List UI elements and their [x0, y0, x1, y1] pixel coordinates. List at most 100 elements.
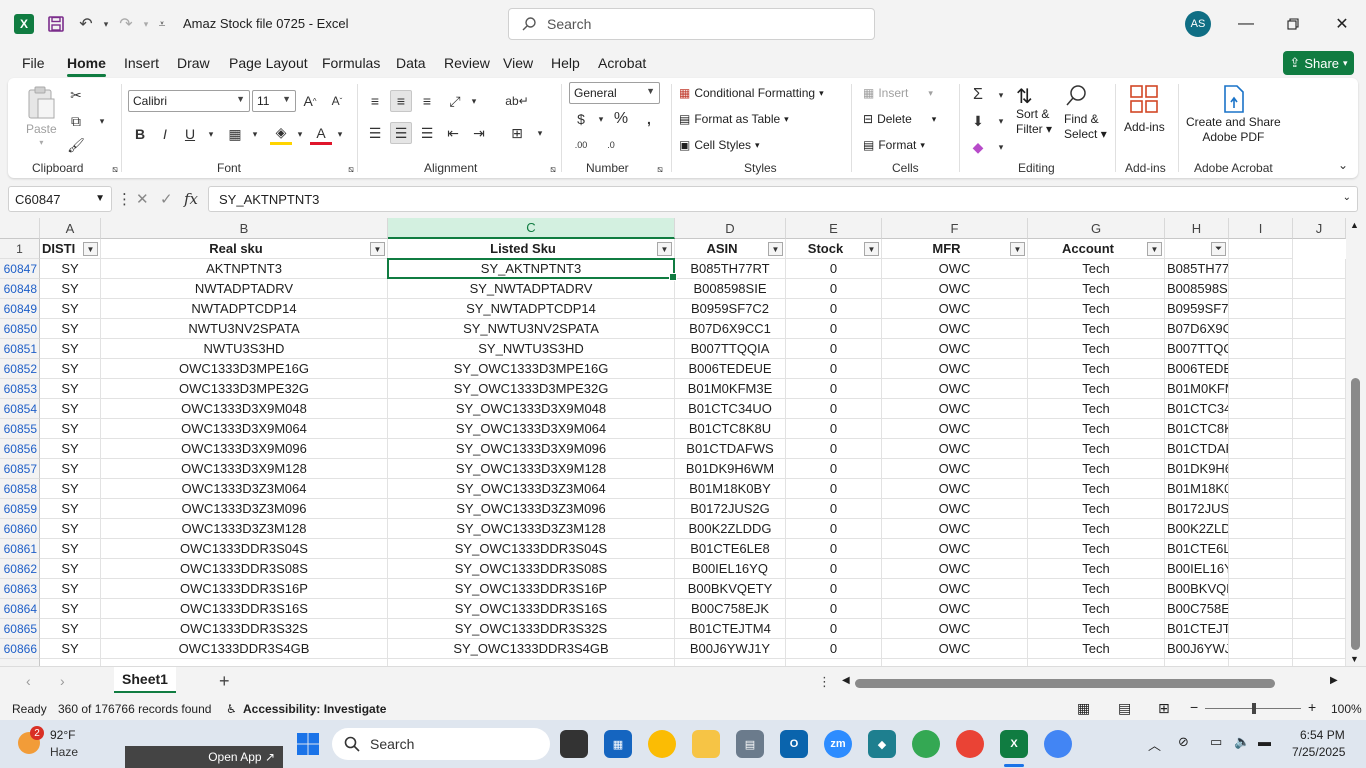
table-cell[interactable]: [1229, 579, 1293, 599]
zoom-level[interactable]: 100%: [1331, 702, 1362, 716]
table-cell[interactable]: B01CTEJTM4: [1165, 619, 1229, 639]
table-cell[interactable]: B00BKVQETY: [1165, 579, 1229, 599]
header-cell-g[interactable]: Account ▼: [1028, 239, 1165, 259]
column-header-c[interactable]: C: [388, 218, 675, 239]
delete-cells-button[interactable]: ⊟ Delete ▾: [863, 112, 936, 126]
merge-dropdown-icon[interactable]: ▾: [529, 122, 551, 144]
filter-dropdown-icon[interactable]: ▼: [370, 242, 385, 256]
italic-icon[interactable]: I: [154, 123, 176, 145]
scroll-right-icon[interactable]: ▶: [1330, 675, 1338, 686]
table-cell[interactable]: B01CTE6LE8: [1165, 539, 1229, 559]
format-as-table-button[interactable]: ▤ Format as Table ▾: [679, 112, 789, 126]
windows-start-icon[interactable]: [294, 730, 322, 758]
worksheet-grid[interactable]: A B C D E F G H I J 1 DISTI ▼ Real sku ▼ Listed Sku ▼ ASI…: [0, 218, 1346, 666]
table-cell[interactable]: Tech: [1028, 639, 1165, 659]
table-cell[interactable]: [1229, 479, 1293, 499]
column-header-g[interactable]: G: [1028, 218, 1165, 239]
table-cell[interactable]: B01CTDAFWS: [1165, 439, 1229, 459]
align-left-icon[interactable]: ☰: [364, 122, 386, 144]
copy-dropdown-icon[interactable]: ▾: [91, 110, 113, 132]
row-header[interactable]: 60855: [0, 419, 40, 439]
table-cell[interactable]: 0: [786, 459, 882, 479]
row-header[interactable]: 60864: [0, 599, 40, 619]
table-cell[interactable]: [882, 659, 1028, 666]
table-cell[interactable]: Tech: [1028, 399, 1165, 419]
tab-home[interactable]: Home: [67, 55, 106, 77]
outlook-icon[interactable]: O: [780, 730, 808, 758]
scroll-left-icon[interactable]: ◀: [842, 675, 850, 686]
add-sheet-icon[interactable]: +: [219, 671, 230, 692]
table-cell[interactable]: OWC: [882, 419, 1028, 439]
column-header-d[interactable]: D: [675, 218, 786, 239]
table-cell[interactable]: B01DK9H6WM: [675, 459, 786, 479]
clock-time[interactable]: 6:54 PM: [1300, 728, 1345, 742]
dialog-launcher-icon[interactable]: ⧅: [340, 158, 362, 180]
align-center-icon[interactable]: ☰: [390, 122, 412, 144]
tab-help[interactable]: Help: [551, 55, 580, 71]
underline-dropdown-icon[interactable]: ▾: [200, 123, 222, 145]
header-cell-a[interactable]: DISTI ▼: [40, 239, 101, 259]
table-cell[interactable]: OWC: [882, 619, 1028, 639]
align-bottom-icon[interactable]: ≡: [416, 90, 438, 112]
table-cell[interactable]: [1293, 399, 1346, 419]
underline-icon[interactable]: U: [179, 123, 201, 145]
table-cell[interactable]: OWC1333D3X9M096: [101, 439, 388, 459]
table-cell[interactable]: B006TEDEUE: [675, 359, 786, 379]
table-cell[interactable]: B01CTEJTM4: [675, 619, 786, 639]
table-cell[interactable]: B0959SF7C2: [675, 299, 786, 319]
table-cell[interactable]: SY: [40, 459, 101, 479]
table-cell[interactable]: [1229, 599, 1293, 619]
conditional-formatting-button[interactable]: ▦ Conditional Formatting ▾: [679, 86, 824, 100]
table-cell[interactable]: [1293, 659, 1346, 666]
scroll-up-icon[interactable]: ▲: [1350, 220, 1359, 230]
table-cell[interactable]: B085TH77RT: [1165, 259, 1229, 279]
percent-style-icon[interactable]: %: [610, 108, 632, 130]
zoom-in-icon[interactable]: +: [1308, 699, 1316, 715]
table-cell[interactable]: [40, 659, 101, 666]
row-header[interactable]: 60856: [0, 439, 40, 459]
table-cell[interactable]: AKTNPTNT3: [101, 259, 388, 279]
table-cell[interactable]: OWC: [882, 359, 1028, 379]
decrease-indent-icon[interactable]: ⇤: [442, 122, 464, 144]
add-ins-button[interactable]: Add-ins: [1124, 84, 1165, 134]
table-cell[interactable]: SY_OWC1333D3X9M048: [388, 399, 675, 419]
table-cell[interactable]: SY: [40, 559, 101, 579]
tab-draw[interactable]: Draw: [177, 55, 210, 71]
chrome-profile-icon[interactable]: [912, 730, 940, 758]
table-cell[interactable]: OWC: [882, 639, 1028, 659]
table-cell[interactable]: SY_OWC1333D3Z3M128: [388, 519, 675, 539]
table-cell[interactable]: [1229, 279, 1293, 299]
table-cell[interactable]: [1293, 279, 1346, 299]
tab-data[interactable]: Data: [396, 55, 426, 71]
table-cell[interactable]: 0: [786, 639, 882, 659]
taskbar-search[interactable]: Search: [332, 728, 550, 760]
font-size-select[interactable]: 11 ▼: [252, 90, 296, 112]
save-icon[interactable]: [44, 12, 68, 36]
bold-icon[interactable]: B: [129, 123, 151, 145]
autosum-icon[interactable]: Σ: [967, 84, 989, 106]
table-cell[interactable]: [1293, 579, 1346, 599]
table-cell[interactable]: OWC: [882, 459, 1028, 479]
row-header[interactable]: [0, 659, 40, 666]
battery-icon[interactable]: ▬: [1258, 734, 1271, 749]
row-header[interactable]: 60851: [0, 339, 40, 359]
table-cell[interactable]: SY: [40, 279, 101, 299]
header-cell-h[interactable]: ⏷: [1165, 239, 1229, 259]
table-cell[interactable]: OWC1333D3X9M128: [101, 459, 388, 479]
table-cell[interactable]: B01CTDAFWS: [675, 439, 786, 459]
weather-temp[interactable]: 92°F: [50, 728, 75, 742]
table-cell[interactable]: [1293, 619, 1346, 639]
table-cell[interactable]: OWC: [882, 399, 1028, 419]
number-format-select[interactable]: General ▼: [569, 82, 660, 104]
table-cell[interactable]: SY: [40, 259, 101, 279]
table-cell[interactable]: [1293, 359, 1346, 379]
row-header[interactable]: 60847: [0, 259, 40, 279]
table-cell[interactable]: OWC: [882, 439, 1028, 459]
table-cell[interactable]: NWTADPTCDP14: [101, 299, 388, 319]
table-cell[interactable]: SY: [40, 599, 101, 619]
fill-color-dropdown-icon[interactable]: ▾: [289, 123, 311, 145]
app-icon[interactable]: ◆: [868, 730, 896, 758]
table-cell[interactable]: Tech: [1028, 479, 1165, 499]
table-cell[interactable]: [1293, 439, 1346, 459]
chevron-up-icon[interactable]: ︿: [1148, 735, 1161, 754]
